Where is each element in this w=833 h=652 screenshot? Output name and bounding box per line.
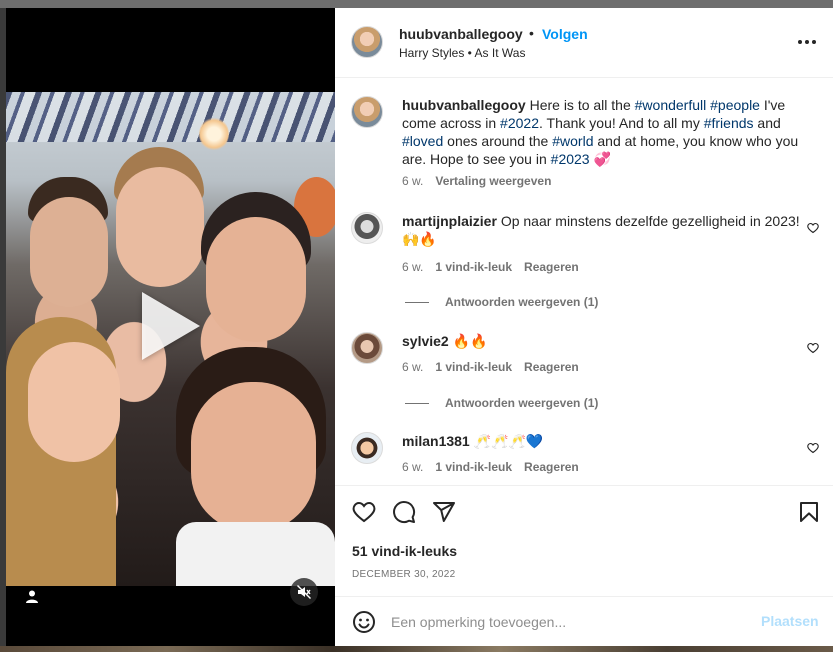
comment-content: 🥂🥂🥂💙 bbox=[473, 433, 544, 449]
author-username[interactable]: huubvanballegooy bbox=[399, 26, 523, 42]
person-face bbox=[28, 342, 120, 462]
share-icon[interactable] bbox=[432, 500, 456, 524]
caption-segment: ones around the bbox=[443, 133, 553, 149]
bookmark-icon[interactable] bbox=[797, 500, 821, 524]
caption-text: huubvanballegooy Here is to all the #won… bbox=[402, 96, 807, 168]
audio-track[interactable]: Harry Styles • As It Was bbox=[399, 46, 525, 60]
reply-button[interactable]: Reageren bbox=[524, 260, 579, 274]
hashtag-link[interactable]: #people bbox=[710, 97, 760, 113]
like-count[interactable]: 51 vind-ik-leuks bbox=[352, 543, 457, 559]
separator-dot: • bbox=[529, 25, 534, 41]
comment-composer: Plaatsen bbox=[335, 596, 833, 646]
comment-age[interactable]: 6 w. bbox=[402, 360, 423, 374]
replies-divider bbox=[405, 402, 429, 404]
bunting-decoration bbox=[6, 92, 335, 142]
comment-like-icon[interactable] bbox=[807, 222, 819, 234]
follow-button[interactable]: Volgen bbox=[542, 26, 588, 42]
person-face bbox=[206, 217, 306, 342]
caption-segment: . Thank you! And to all my bbox=[538, 115, 704, 131]
hashtag-link[interactable]: #loved bbox=[402, 133, 443, 149]
caption-segment: 💞 bbox=[589, 151, 611, 167]
view-replies-button[interactable]: Antwoorden weergeven (1) bbox=[405, 396, 598, 410]
caption-meta: 6 w. Vertaling weergeven bbox=[402, 174, 551, 188]
caption-segment: Here is to all the bbox=[529, 97, 635, 113]
person-face bbox=[30, 197, 108, 307]
person-face bbox=[191, 382, 316, 532]
emoji-icon[interactable] bbox=[352, 610, 376, 634]
caption-segment: and bbox=[753, 115, 781, 131]
comment-meta: 6 w. 1 vind-ik-leuk Reageren bbox=[402, 460, 579, 474]
comment-likes[interactable]: 1 vind-ik-leuk bbox=[435, 360, 512, 374]
light-bulb bbox=[199, 117, 229, 151]
view-replies-label: Antwoorden weergeven (1) bbox=[445, 396, 599, 410]
view-replies-button[interactable]: Antwoorden weergeven (1) bbox=[405, 295, 598, 309]
commenter-avatar[interactable] bbox=[351, 212, 383, 244]
caption-username[interactable]: huubvanballegooy bbox=[402, 97, 526, 113]
comment-content: 🔥🔥 bbox=[452, 333, 488, 349]
comment-text: milan1381 🥂🥂🥂💙 bbox=[402, 432, 802, 450]
reply-button[interactable]: Reageren bbox=[524, 460, 579, 474]
comment-likes[interactable]: 1 vind-ik-leuk bbox=[435, 460, 512, 474]
more-options-icon[interactable] bbox=[795, 32, 819, 52]
hashtag-link[interactable]: #world bbox=[552, 133, 593, 149]
muted-speaker-icon[interactable] bbox=[290, 578, 318, 606]
heart-icon[interactable] bbox=[352, 500, 376, 524]
post-actions: 51 vind-ik-leuks DECEMBER 30, 2022 bbox=[335, 485, 833, 596]
page-backdrop-bottom bbox=[0, 646, 833, 652]
comment-age[interactable]: 6 w. bbox=[402, 260, 423, 274]
view-replies-label: Antwoorden weergeven (1) bbox=[445, 295, 599, 309]
post-date[interactable]: DECEMBER 30, 2022 bbox=[352, 569, 455, 580]
comment-input[interactable] bbox=[391, 611, 741, 633]
hashtag-link[interactable]: #2022 bbox=[500, 115, 539, 131]
page-backdrop-top bbox=[0, 0, 833, 8]
comments-list: huubvanballegooy Here is to all the #won… bbox=[335, 79, 833, 485]
replies-divider bbox=[405, 301, 429, 303]
comment-icon[interactable] bbox=[392, 500, 416, 524]
hashtag-link[interactable]: #2023 bbox=[551, 151, 590, 167]
play-icon[interactable] bbox=[142, 292, 200, 360]
person-shirt bbox=[176, 522, 335, 586]
comment-username[interactable]: martijnplaizier bbox=[402, 213, 497, 229]
translate-button[interactable]: Vertaling weergeven bbox=[435, 174, 551, 188]
hashtag-link[interactable]: #wonderfull bbox=[635, 97, 707, 113]
person-face bbox=[116, 167, 204, 287]
comment-like-icon[interactable] bbox=[807, 342, 819, 354]
reply-button[interactable]: Reageren bbox=[524, 360, 579, 374]
post-header: huubvanballegooy • Volgen Harry Styles •… bbox=[335, 8, 833, 78]
comment-like-icon[interactable] bbox=[807, 442, 819, 454]
comment-meta: 6 w. 1 vind-ik-leuk Reageren bbox=[402, 360, 579, 374]
post-comment-button[interactable]: Plaatsen bbox=[761, 613, 819, 629]
author-avatar[interactable] bbox=[351, 26, 383, 58]
comment-username[interactable]: milan1381 bbox=[402, 433, 470, 449]
commenter-avatar[interactable] bbox=[351, 332, 383, 364]
hashtag-link[interactable]: #friends bbox=[704, 115, 754, 131]
comment-age[interactable]: 6 w. bbox=[402, 460, 423, 474]
post-details-panel: huubvanballegooy • Volgen Harry Styles •… bbox=[335, 8, 833, 646]
comment-text: martijnplaizier Op naar minstens dezelfd… bbox=[402, 212, 802, 248]
commenter-avatar[interactable] bbox=[351, 432, 383, 464]
comment-username[interactable]: sylvie2 bbox=[402, 333, 449, 349]
author-avatar[interactable] bbox=[351, 96, 383, 128]
comment-meta: 6 w. 1 vind-ik-leuk Reageren bbox=[402, 260, 579, 274]
comment-text: sylvie2 🔥🔥 bbox=[402, 332, 802, 350]
user-tag-icon[interactable] bbox=[22, 586, 42, 606]
caption-age[interactable]: 6 w. bbox=[402, 174, 423, 188]
post-media[interactable] bbox=[6, 8, 335, 646]
comment-likes[interactable]: 1 vind-ik-leuk bbox=[435, 260, 512, 274]
